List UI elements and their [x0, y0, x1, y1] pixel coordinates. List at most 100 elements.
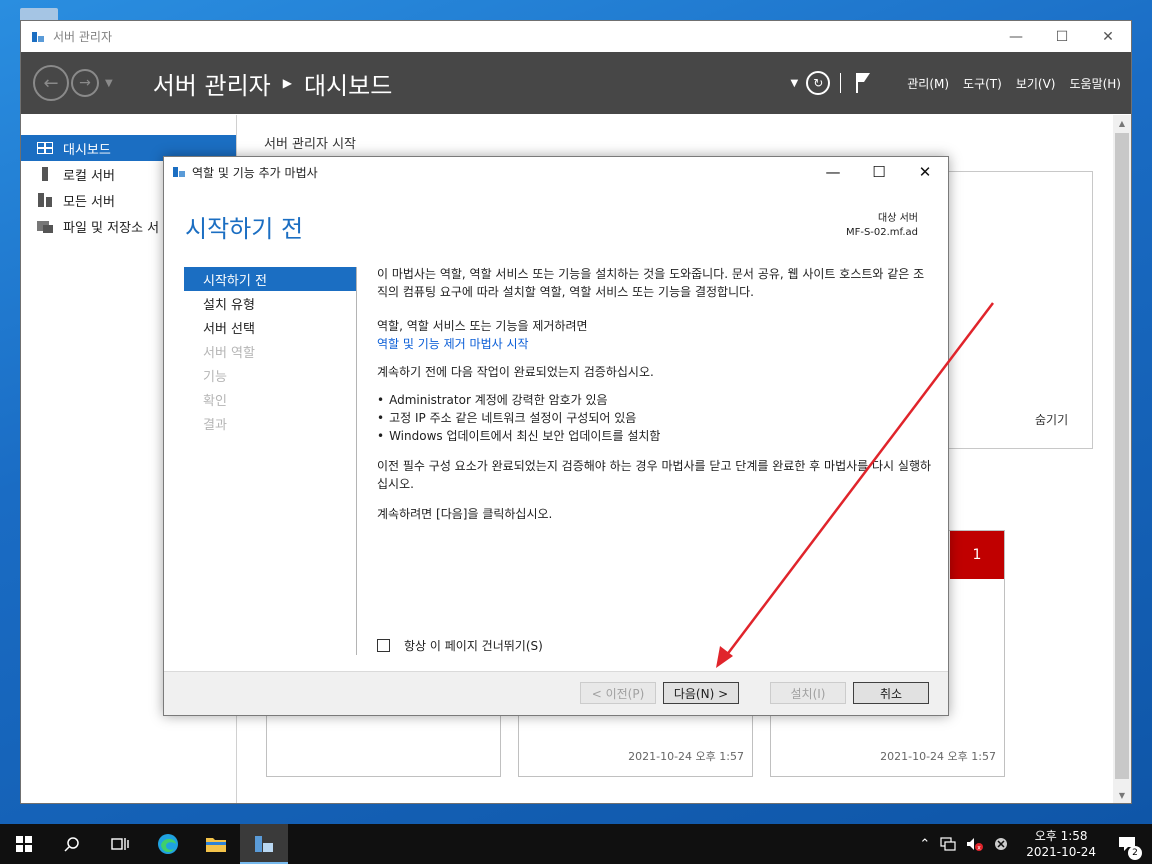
skip-page-label[interactable]: 항상 이 페이지 건너뛰기(S) — [404, 637, 543, 654]
sidebar-item-label: 파일 및 저장소 서 — [63, 220, 160, 236]
breadcrumb-root[interactable]: 서버 관리자 — [153, 66, 271, 101]
chevron-up-icon[interactable]: ⌃ — [919, 837, 930, 852]
sidebar-item-label: 모든 서버 — [63, 194, 115, 210]
wizard-close-button[interactable]: ✕ — [902, 157, 948, 187]
search-button[interactable] — [48, 824, 96, 864]
destination-server-label: 대상 서버 — [878, 213, 918, 224]
list-item: Windows 업데이트에서 최신 보안 업데이트를 설치함 — [377, 427, 932, 445]
prerequisite-note: 이전 필수 구성 요소가 완료되었는지 검증해야 하는 경우 마법사를 닫고 단… — [377, 459, 932, 491]
vertical-scrollbar[interactable]: ▲ ▼ — [1113, 115, 1131, 803]
forward-button[interactable]: → — [71, 69, 99, 97]
wizard-titlebar[interactable]: 역할 및 기능 추가 마법사 — ☐ ✕ — [164, 157, 948, 187]
install-button: 설치(I) — [770, 682, 846, 704]
next-button[interactable]: 다음(N) > — [663, 682, 739, 704]
cancel-button[interactable]: 취소 — [853, 682, 929, 704]
wizard-step-server-selection[interactable]: 서버 선택 — [184, 315, 356, 339]
menu-manage[interactable]: 관리(M) — [907, 75, 949, 92]
taskbar: ⌃ x 오후 1:58 2021-10-24 2 — [0, 824, 1152, 864]
close-button[interactable]: ✕ — [1085, 21, 1131, 52]
wizard-app-icon — [173, 167, 185, 177]
taskbar-edge[interactable] — [144, 824, 192, 864]
add-roles-wizard-dialog: 역할 및 기능 추가 마법사 — ☐ ✕ 시작하기 전 대상 서버 MF-S-0… — [163, 156, 949, 716]
file-storage-icon — [37, 219, 53, 233]
wizard-maximize-button[interactable]: ☐ — [856, 157, 902, 187]
list-item: 고정 IP 주소 같은 네트워크 설정이 구성되어 있음 — [377, 409, 932, 427]
menu-view[interactable]: 보기(V) — [1016, 75, 1056, 92]
error-status-icon[interactable] — [994, 837, 1008, 851]
server-manager-taskbar-icon — [255, 836, 273, 852]
dashboard-icon — [37, 141, 53, 155]
prerequisite-checklist: Administrator 계정에 강력한 암호가 있음 고정 IP 주소 같은… — [377, 391, 932, 445]
scroll-down-icon[interactable]: ▼ — [1113, 787, 1131, 803]
server-manager-toolbar: ← → ▼ 서버 관리자 ▶ 대시보드 ▼ ↻ 관리(M) 도구(T) 보기(V… — [21, 52, 1131, 114]
remove-roles-wizard-link[interactable]: 역할 및 기능 제거 마법사 시작 — [377, 337, 529, 351]
arrow-right-icon: → — [79, 75, 91, 91]
server-manager-app-icon — [32, 31, 44, 42]
edge-browser-icon — [158, 834, 178, 854]
folder-icon — [206, 838, 226, 852]
window-title: 서버 관리자 — [53, 30, 113, 44]
arrow-left-icon: ← — [43, 72, 59, 94]
start-button[interactable] — [0, 824, 48, 864]
clock-time: 오후 1:58 — [1034, 829, 1088, 843]
sidebar-item-label: 로컬 서버 — [63, 168, 115, 184]
refresh-icon: ↻ — [813, 76, 824, 90]
dashboard-heading: 서버 관리자 시작 — [264, 137, 356, 152]
taskbar-file-explorer[interactable] — [192, 824, 240, 864]
continue-instruction: 계속하려면 [다음]을 클릭하십시오. — [377, 507, 553, 521]
hide-link[interactable]: 숨기기 — [1035, 411, 1068, 428]
volume-muted-icon[interactable]: x — [966, 837, 984, 851]
scroll-up-icon[interactable]: ▲ — [1113, 115, 1131, 131]
wizard-step-before-you-begin[interactable]: 시작하기 전 — [184, 267, 356, 291]
breadcrumb-current: 대시보드 — [303, 71, 393, 100]
wizard-step-results: 결과 — [203, 417, 227, 433]
task-view-button[interactable] — [96, 824, 144, 864]
clock-date: 2021-10-24 — [1026, 845, 1096, 859]
search-icon — [64, 837, 79, 852]
verify-text: 계속하기 전에 다음 작업이 완료되었는지 검증하십시오. — [377, 365, 654, 379]
sidebar-item-label: 대시보드 — [63, 142, 111, 158]
scrollbar-thumb[interactable] — [1115, 133, 1129, 779]
tile-timestamp: 2021-10-24 오후 1:57 — [880, 750, 996, 763]
wizard-page-heading: 시작하기 전 — [185, 215, 304, 243]
refresh-button[interactable]: ↻ — [806, 71, 831, 95]
skip-page-option[interactable]: 항상 이 페이지 건너뛰기(S) — [377, 637, 543, 654]
toolbar-divider — [840, 73, 842, 93]
taskbar-server-manager[interactable] — [240, 824, 288, 864]
welcome-panel — [948, 171, 1093, 449]
list-item: Administrator 계정에 강력한 암호가 있음 — [377, 391, 932, 409]
skip-page-checkbox[interactable] — [377, 639, 390, 652]
remove-roles-text: 역할, 역할 서비스 또는 기능을 제거하려면 — [377, 319, 588, 333]
server-manager-titlebar[interactable]: 서버 관리자 — ☐ ✕ — [21, 21, 1131, 52]
breadcrumb: 서버 관리자 ▶ 대시보드 — [153, 66, 393, 101]
notifications-flag-icon[interactable] — [855, 72, 871, 94]
minimize-button[interactable]: — — [993, 21, 1039, 52]
remove-roles-paragraph: 역할, 역할 서비스 또는 기능을 제거하려면 역할 및 기능 제거 마법사 시… — [377, 317, 932, 353]
menu-tools[interactable]: 도구(T) — [963, 75, 1002, 92]
menu-help[interactable]: 도움말(H) — [1069, 75, 1121, 92]
svg-text:x: x — [977, 845, 981, 852]
taskbar-clock[interactable]: 오후 1:58 2021-10-24 — [1026, 828, 1096, 860]
destination-server-info: 대상 서버 MF-S-02.mf.ad — [846, 212, 918, 240]
action-center-button[interactable]: 2 — [1112, 836, 1142, 860]
destination-server-name: MF-S-02.mf.ad — [845, 227, 918, 238]
system-tray: ⌃ x 오후 1:58 2021-10-24 2 — [909, 824, 1152, 864]
network-icon[interactable] — [940, 837, 956, 851]
nav-history-dropdown[interactable]: ▼ — [105, 78, 113, 89]
notification-count-badge: 2 — [1128, 846, 1142, 860]
toolbar-dropdown[interactable]: ▼ — [791, 78, 799, 89]
wizard-intro-text: 이 마법사는 역할, 역할 서비스 또는 기능을 설치하는 것을 도와줍니다. … — [377, 267, 925, 299]
windows-logo-icon — [16, 836, 32, 852]
tile-timestamp: 2021-10-24 오후 1:57 — [628, 750, 744, 763]
back-button[interactable]: ← — [33, 65, 69, 101]
wizard-step-installation-type[interactable]: 설치 유형 — [184, 291, 356, 315]
alert-count-badge[interactable]: 1 — [950, 531, 1004, 579]
wizard-minimize-button[interactable]: — — [810, 157, 856, 187]
local-server-icon — [37, 167, 53, 181]
wizard-title: 역할 및 기능 추가 마법사 — [192, 165, 318, 180]
maximize-button[interactable]: ☐ — [1039, 21, 1085, 52]
task-view-icon — [111, 838, 129, 850]
wizard-steps-nav: 시작하기 전 설치 유형 서버 선택 서버 역할 기능 확인 결과 — [184, 267, 356, 435]
breadcrumb-separator-icon: ▶ — [282, 76, 292, 90]
wizard-nav-divider — [356, 267, 357, 655]
